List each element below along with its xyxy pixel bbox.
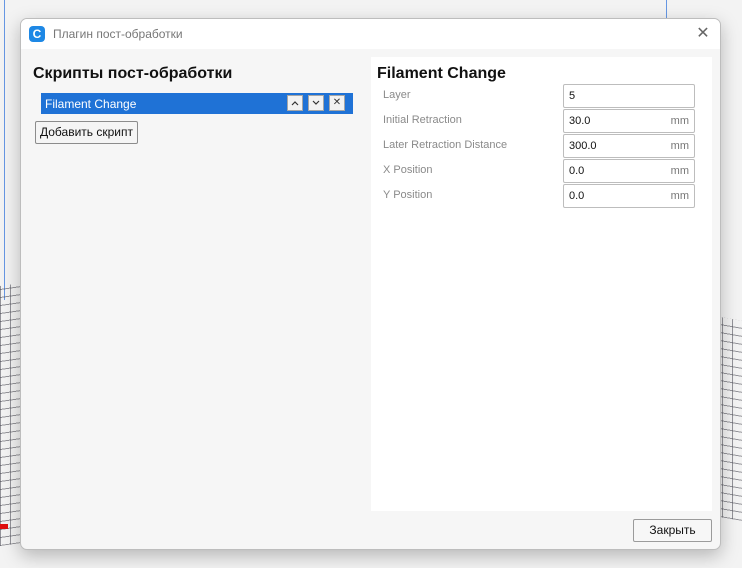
post-processing-dialog: C Плагин пост-обработки ✕ Скрипты пост-о… xyxy=(20,18,721,550)
setting-value: 0.0 xyxy=(569,165,585,177)
chevron-down-icon[interactable] xyxy=(308,95,324,111)
script-settings-panel: Filament Change Layer 5 Initial Retracti… xyxy=(371,57,712,511)
setting-value: 0.0 xyxy=(569,190,585,202)
setting-label: Y Position xyxy=(383,189,433,201)
panel-heading: Скрипты пост-обработки xyxy=(33,65,233,82)
setting-row-layer: Layer 5 xyxy=(383,84,695,108)
later-retraction-input[interactable]: 300.0 mm xyxy=(563,134,695,158)
script-list-item[interactable]: Filament Change ✕ xyxy=(41,93,353,114)
setting-value: 5 xyxy=(569,90,576,102)
initial-retraction-input[interactable]: 30.0 mm xyxy=(563,109,695,133)
y-position-input[interactable]: 0.0 mm xyxy=(563,184,695,208)
setting-unit: mm xyxy=(670,115,689,127)
chevron-up-icon[interactable] xyxy=(287,95,303,111)
remove-icon[interactable]: ✕ xyxy=(329,95,345,111)
setting-row-initial-retraction: Initial Retraction 30.0 mm xyxy=(383,109,695,133)
setting-label: Later Retraction Distance xyxy=(383,139,508,151)
setting-value: 300.0 xyxy=(569,140,597,152)
viewport-axis-marker xyxy=(0,524,8,529)
cura-logo-icon: C xyxy=(29,26,45,42)
viewport-axis-line xyxy=(4,0,5,300)
setting-unit: mm xyxy=(670,190,689,202)
window-title: Плагин пост-обработки xyxy=(53,27,183,41)
script-label: Filament Change xyxy=(45,97,137,111)
setting-label: Layer xyxy=(383,89,411,101)
setting-value: 30.0 xyxy=(569,115,591,127)
layer-input[interactable]: 5 xyxy=(563,84,695,108)
add-script-button[interactable]: Добавить скрипт xyxy=(35,121,138,144)
close-icon[interactable]: ✕ xyxy=(694,25,712,43)
setting-unit: mm xyxy=(670,140,689,152)
setting-row-x-position: X Position 0.0 mm xyxy=(383,159,695,183)
x-position-input[interactable]: 0.0 mm xyxy=(563,159,695,183)
setting-row-y-position: Y Position 0.0 mm xyxy=(383,184,695,208)
settings-heading: Filament Change xyxy=(377,65,506,82)
setting-unit: mm xyxy=(670,165,689,177)
setting-label: X Position xyxy=(383,164,433,176)
viewport-axis-line xyxy=(666,0,667,20)
setting-row-later-retraction: Later Retraction Distance 300.0 mm xyxy=(383,134,695,158)
scripts-panel: Скрипты пост-обработки Filament Change ✕… xyxy=(33,63,353,503)
close-button[interactable]: Закрыть xyxy=(633,519,712,542)
setting-label: Initial Retraction xyxy=(383,114,462,126)
title-bar: C Плагин пост-обработки ✕ xyxy=(21,19,720,49)
